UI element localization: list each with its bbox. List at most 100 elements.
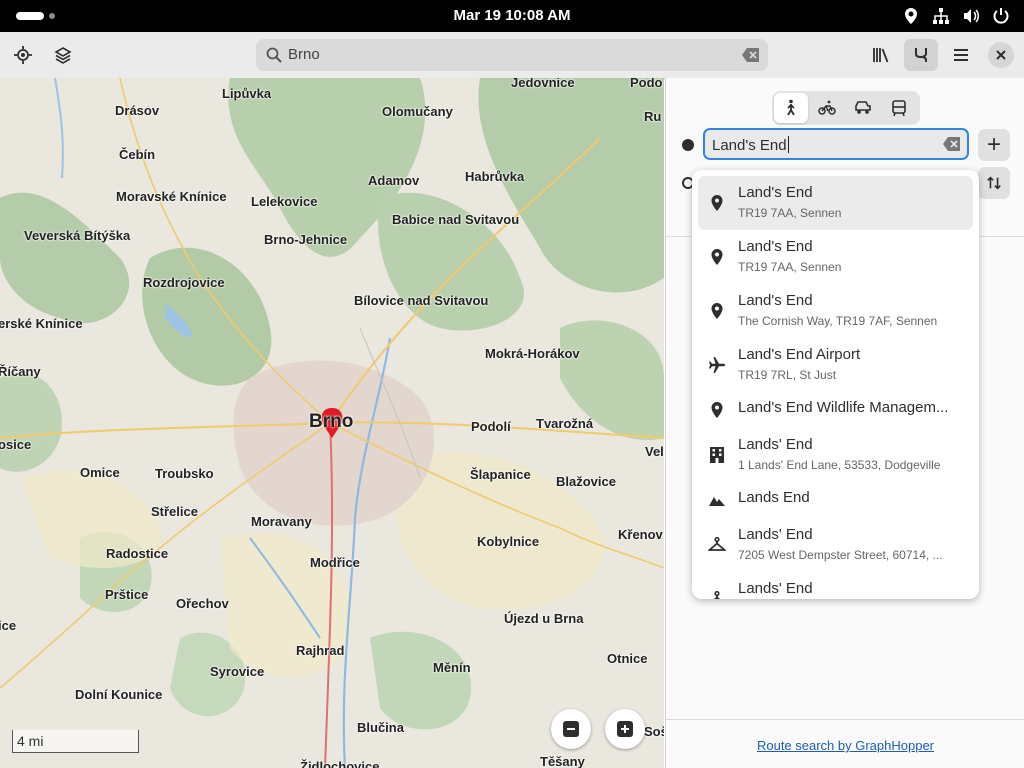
search-suggestions-popover: Land's End TR19 7AA, Sennen Land's End T…: [692, 170, 979, 599]
map-label: Syrovice: [210, 664, 265, 679]
suggestion-subtitle: TR19 7AA, Sennen: [738, 206, 842, 220]
mode-car-button[interactable]: [846, 93, 880, 123]
main-menu-button[interactable]: [946, 40, 976, 70]
suggestion-title: Lands' End: [738, 580, 813, 597]
pin-icon: [711, 195, 723, 211]
map-label: Olomučany: [382, 104, 453, 119]
map-label: Čebín: [119, 147, 156, 162]
route-from-value: Land's End: [712, 137, 787, 154]
location-icon: [14, 46, 32, 64]
suggestion-title: Land's End Wildlife Managem...: [738, 399, 949, 416]
map-label-city: Brno: [309, 411, 354, 432]
reverse-route-button[interactable]: [978, 167, 1010, 199]
menu-icon: [954, 49, 968, 61]
layers-icon: [54, 47, 72, 64]
suggestion-subtitle: 1 Lands' End Lane, 53533, Dodgeville: [738, 458, 941, 472]
suggestion-item[interactable]: Land's End Wildlife Managem...: [698, 392, 973, 428]
map-label: Troubsko: [155, 466, 214, 481]
map-label: Prštice: [105, 587, 149, 602]
header-bar: Brno: [0, 32, 1024, 79]
map-label: Drásov: [115, 103, 160, 118]
map-label: Mokrá-Horákov: [485, 346, 580, 361]
suggestion-item[interactable]: Lands End: [698, 482, 973, 518]
zoom-in-button[interactable]: [605, 709, 645, 749]
zoom-in-icon: [617, 721, 633, 737]
network-icon[interactable]: [932, 7, 950, 25]
building-icon: [710, 447, 724, 463]
map-label: Říčany: [0, 364, 41, 379]
mode-transit-button[interactable]: [882, 93, 916, 123]
close-icon: [996, 50, 1006, 60]
search-value: Brno: [288, 46, 320, 63]
map-label: Rajhrad: [296, 643, 345, 658]
map-label: Ru: [644, 109, 662, 124]
cycling-icon: [818, 100, 836, 115]
start-waypoint-icon: [682, 139, 694, 151]
current-location-button[interactable]: [8, 40, 38, 70]
search-input[interactable]: Brno: [256, 39, 768, 71]
airplane-icon: [709, 357, 725, 373]
suggestion-subtitle: TR19 7RL, St Just: [738, 368, 837, 382]
map-label: Ořechov: [176, 596, 229, 611]
text-caret: [787, 136, 789, 153]
map-label: Střelice: [151, 504, 198, 519]
clear-search-icon[interactable]: [742, 47, 760, 63]
car-icon: [855, 101, 871, 114]
map-label: Moravské Knínice: [116, 189, 227, 204]
map-label: Blažovice: [556, 474, 616, 489]
map-label: Židlochovice: [300, 759, 380, 768]
mountain-icon: [709, 497, 725, 506]
favorites-button[interactable]: [866, 40, 896, 70]
graphhopper-credit-link[interactable]: Route search by GraphHopper: [666, 738, 1024, 753]
route-planner-button[interactable]: [904, 39, 938, 71]
map-label: Modřice: [310, 555, 360, 570]
pin-icon: [711, 249, 723, 265]
map-label: Dolní Kounice: [75, 687, 163, 702]
suggestion-title: Lands End: [738, 489, 810, 506]
suggestion-item[interactable]: Land's End Airport TR19 7RL, St Just: [698, 338, 973, 392]
transit-icon: [892, 100, 906, 117]
pin-icon: [711, 303, 723, 319]
footer-divider: [666, 719, 1024, 720]
suggestion-item[interactable]: Lands' End 7205 West Dempster Street, 60…: [698, 518, 973, 572]
route-from-input[interactable]: Land's End: [703, 128, 969, 160]
map-label: Omice: [80, 465, 120, 480]
map-label: Lipůvka: [222, 86, 272, 101]
map-label: erské Knínice: [0, 316, 83, 331]
suggestion-item[interactable]: Land's End TR19 7AA, Sennen: [698, 176, 973, 230]
clock[interactable]: Mar 19 10:08 AM: [0, 7, 1024, 24]
map-label: Měnín: [433, 660, 471, 675]
map-label: Radostice: [106, 546, 169, 561]
clear-input-icon[interactable]: [943, 136, 961, 152]
suggestion-subtitle: 7205 West Dempster Street, 60714, ...: [738, 548, 943, 562]
suggestion-item[interactable]: Land's End TR19 7AA, Sennen: [698, 230, 973, 284]
power-icon[interactable]: [992, 7, 1010, 25]
add-waypoint-button[interactable]: +: [978, 129, 1010, 161]
suggestion-item[interactable]: Lands' End: [698, 572, 973, 599]
map-label: Blučina: [357, 720, 404, 735]
zoom-out-icon: [563, 721, 579, 737]
map-label: Těšany: [540, 754, 585, 768]
map-label: Lelekovice: [251, 194, 318, 209]
location-status-icon[interactable]: [902, 7, 920, 25]
map-label: Podo: [630, 78, 663, 90]
system-top-bar: Mar 19 10:08 AM: [0, 0, 1024, 32]
map-label: osice: [0, 437, 32, 452]
suggestion-item[interactable]: Lands' End 1 Lands' End Lane, 53533, Dod…: [698, 428, 973, 482]
map-label: Veverská Bítýška: [24, 228, 131, 243]
clock-time: 10:08 AM: [505, 7, 571, 24]
suggestion-item[interactable]: Land's End The Cornish Way, TR19 7AF, Se…: [698, 284, 973, 338]
map-label: Rozdrojovice: [143, 275, 225, 290]
close-window-button[interactable]: [988, 42, 1014, 68]
map-label: Adamov: [368, 173, 420, 188]
zoom-out-button[interactable]: [551, 709, 591, 749]
plus-icon: +: [986, 131, 1001, 158]
layers-button[interactable]: [48, 40, 78, 70]
map-label: Tvarožná: [536, 416, 594, 431]
mode-cycling-button[interactable]: [810, 93, 844, 123]
map-label: Sošo: [644, 724, 664, 739]
transport-mode-selector: [772, 91, 920, 125]
map-view[interactable]: Lipůvka Jedovnice Podo Drásov Olomučany …: [0, 78, 664, 768]
mode-walking-button[interactable]: [774, 93, 808, 123]
volume-icon[interactable]: [962, 7, 980, 25]
